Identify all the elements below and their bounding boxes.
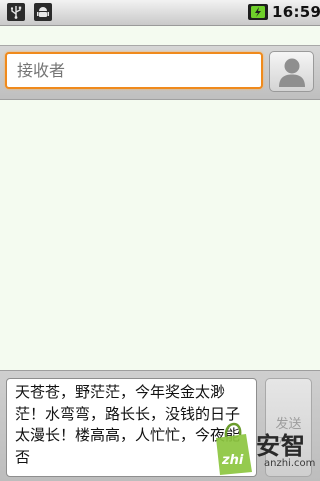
recipient-bar <box>0 45 320 100</box>
send-label: 发送 <box>275 417 302 432</box>
usb-icon <box>7 3 25 21</box>
battery-charging-icon <box>248 4 268 20</box>
android-debug-icon <box>34 3 52 21</box>
message-input[interactable]: 天苍苍，野茫茫，今年奖金太渺茫！水弯弯，路长长，没钱的日子太漫长！楼高高，人忙忙… <box>6 378 257 477</box>
char-counter: 7 / 1 <box>277 436 300 447</box>
send-button[interactable]: 发送 7 / 1 <box>265 378 312 477</box>
contacts-button[interactable] <box>269 51 314 92</box>
message-text: 天苍苍，野茫茫，今年奖金太渺茫！水弯弯，路长长，没钱的日子太漫长！楼高高，人忙忙… <box>15 383 241 466</box>
recipient-input[interactable] <box>5 52 263 89</box>
compose-bar: 天苍苍，野茫茫，今年奖金太渺茫！水弯弯，路长长，没钱的日子太漫长！楼高高，人忙忙… <box>0 370 320 481</box>
status-time: 16:59 <box>272 3 320 21</box>
person-icon <box>279 58 305 87</box>
status-bar: 16:59 <box>0 0 320 26</box>
